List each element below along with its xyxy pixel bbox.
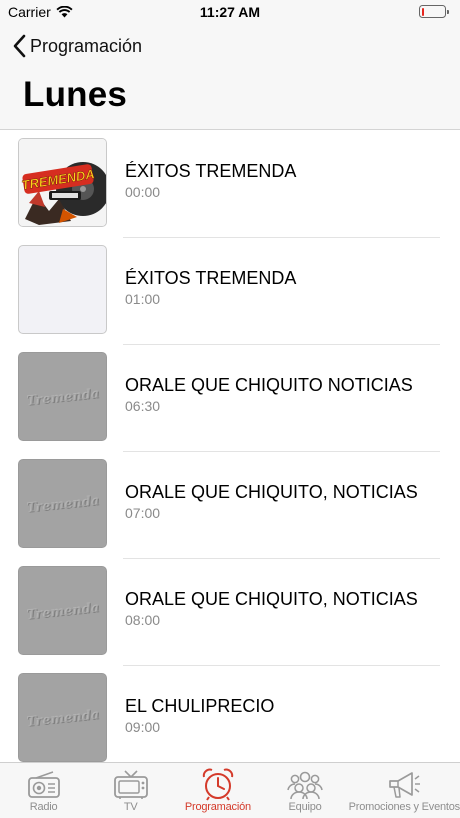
tab-alarm-clock[interactable]: Programación	[174, 763, 261, 818]
schedule-row[interactable]: ÉXITOS TREMENDA 01:00	[0, 238, 460, 345]
program-thumbnail: Tremenda Tremenda	[18, 459, 107, 548]
schedule-list[interactable]: TREMENDA ÉXITOS TREMENDA 00:00 ÉXITOS TR…	[0, 131, 460, 762]
battery-level	[421, 7, 424, 16]
program-thumbnail: Tremenda Tremenda	[18, 673, 107, 762]
schedule-row[interactable]: Tremenda Tremenda ORALE QUE CHIQUITO, NO…	[0, 452, 460, 559]
program-title: ORALE QUE CHIQUITO, NOTICIAS	[125, 589, 418, 609]
tab-bar: Radio TV Programación Equipo Promociones…	[0, 762, 460, 818]
tab-megaphone[interactable]: Promociones y Eventos	[349, 763, 460, 818]
program-thumbnail: Tremenda Tremenda	[18, 566, 107, 655]
tremenda-logo-image: TREMENDA	[19, 139, 106, 226]
chevron-left-icon	[13, 34, 26, 58]
page-title: Lunes	[23, 75, 128, 114]
program-thumbnail: Tremenda Tremenda	[18, 352, 107, 441]
tab-label: Programación	[184, 801, 251, 813]
program-time: 00:00	[125, 184, 161, 200]
tab-radio[interactable]: Radio	[0, 763, 87, 818]
schedule-row[interactable]: Tremenda Tremenda ORALE QUE CHIQUITO, NO…	[0, 559, 460, 666]
tab-team[interactable]: Equipo	[261, 763, 348, 818]
program-title: ÉXITOS TREMENDA	[125, 268, 297, 288]
navigation-bar: Programación Lunes	[0, 26, 460, 130]
tab-label: TV	[123, 801, 138, 813]
tv-icon	[113, 768, 149, 801]
tremenda-logo-image: Tremenda Tremenda	[19, 460, 106, 547]
program-title: ORALE QUE CHIQUITO NOTICIAS	[125, 375, 413, 395]
team-icon	[286, 768, 324, 801]
tab-label: Equipo	[288, 801, 322, 813]
program-title: ORALE QUE CHIQUITO, NOTICIAS	[125, 482, 418, 502]
tremenda-logo-image: Tremenda Tremenda	[19, 674, 106, 761]
back-button-label: Programación	[30, 35, 143, 56]
back-button[interactable]: Programación	[12, 34, 142, 58]
program-time: 07:00	[125, 505, 161, 521]
schedule-row[interactable]: Tremenda Tremenda ORALE QUE CHIQUITO NOT…	[0, 345, 460, 452]
tab-label: Promociones y Eventos	[348, 801, 460, 813]
megaphone-icon	[386, 768, 422, 801]
program-thumbnail: TREMENDA	[18, 138, 107, 227]
tremenda-logo-image: Tremenda Tremenda	[19, 567, 106, 654]
program-title: EL CHULIPRECIO	[125, 696, 275, 716]
program-time: 06:30	[125, 398, 161, 414]
program-thumbnail	[18, 245, 107, 334]
clock: 11:27 AM	[199, 4, 261, 20]
alarm-clock-icon	[201, 768, 235, 801]
status-bar: Carrier 11:27 AM	[0, 0, 460, 26]
radio-icon	[27, 768, 61, 801]
program-time: 01:00	[125, 291, 161, 307]
tremenda-logo-image: Tremenda Tremenda	[19, 353, 106, 440]
schedule-row[interactable]: TREMENDA ÉXITOS TREMENDA 00:00	[0, 131, 460, 238]
program-time: 08:00	[125, 612, 161, 628]
tab-label: Radio	[29, 801, 58, 813]
program-title: ÉXITOS TREMENDA	[125, 161, 297, 181]
tab-tv[interactable]: TV	[87, 763, 174, 818]
schedule-row[interactable]: Tremenda Tremenda EL CHULIPRECIO 09:00	[0, 666, 460, 762]
battery-icon	[419, 5, 449, 18]
program-time: 09:00	[125, 719, 161, 735]
